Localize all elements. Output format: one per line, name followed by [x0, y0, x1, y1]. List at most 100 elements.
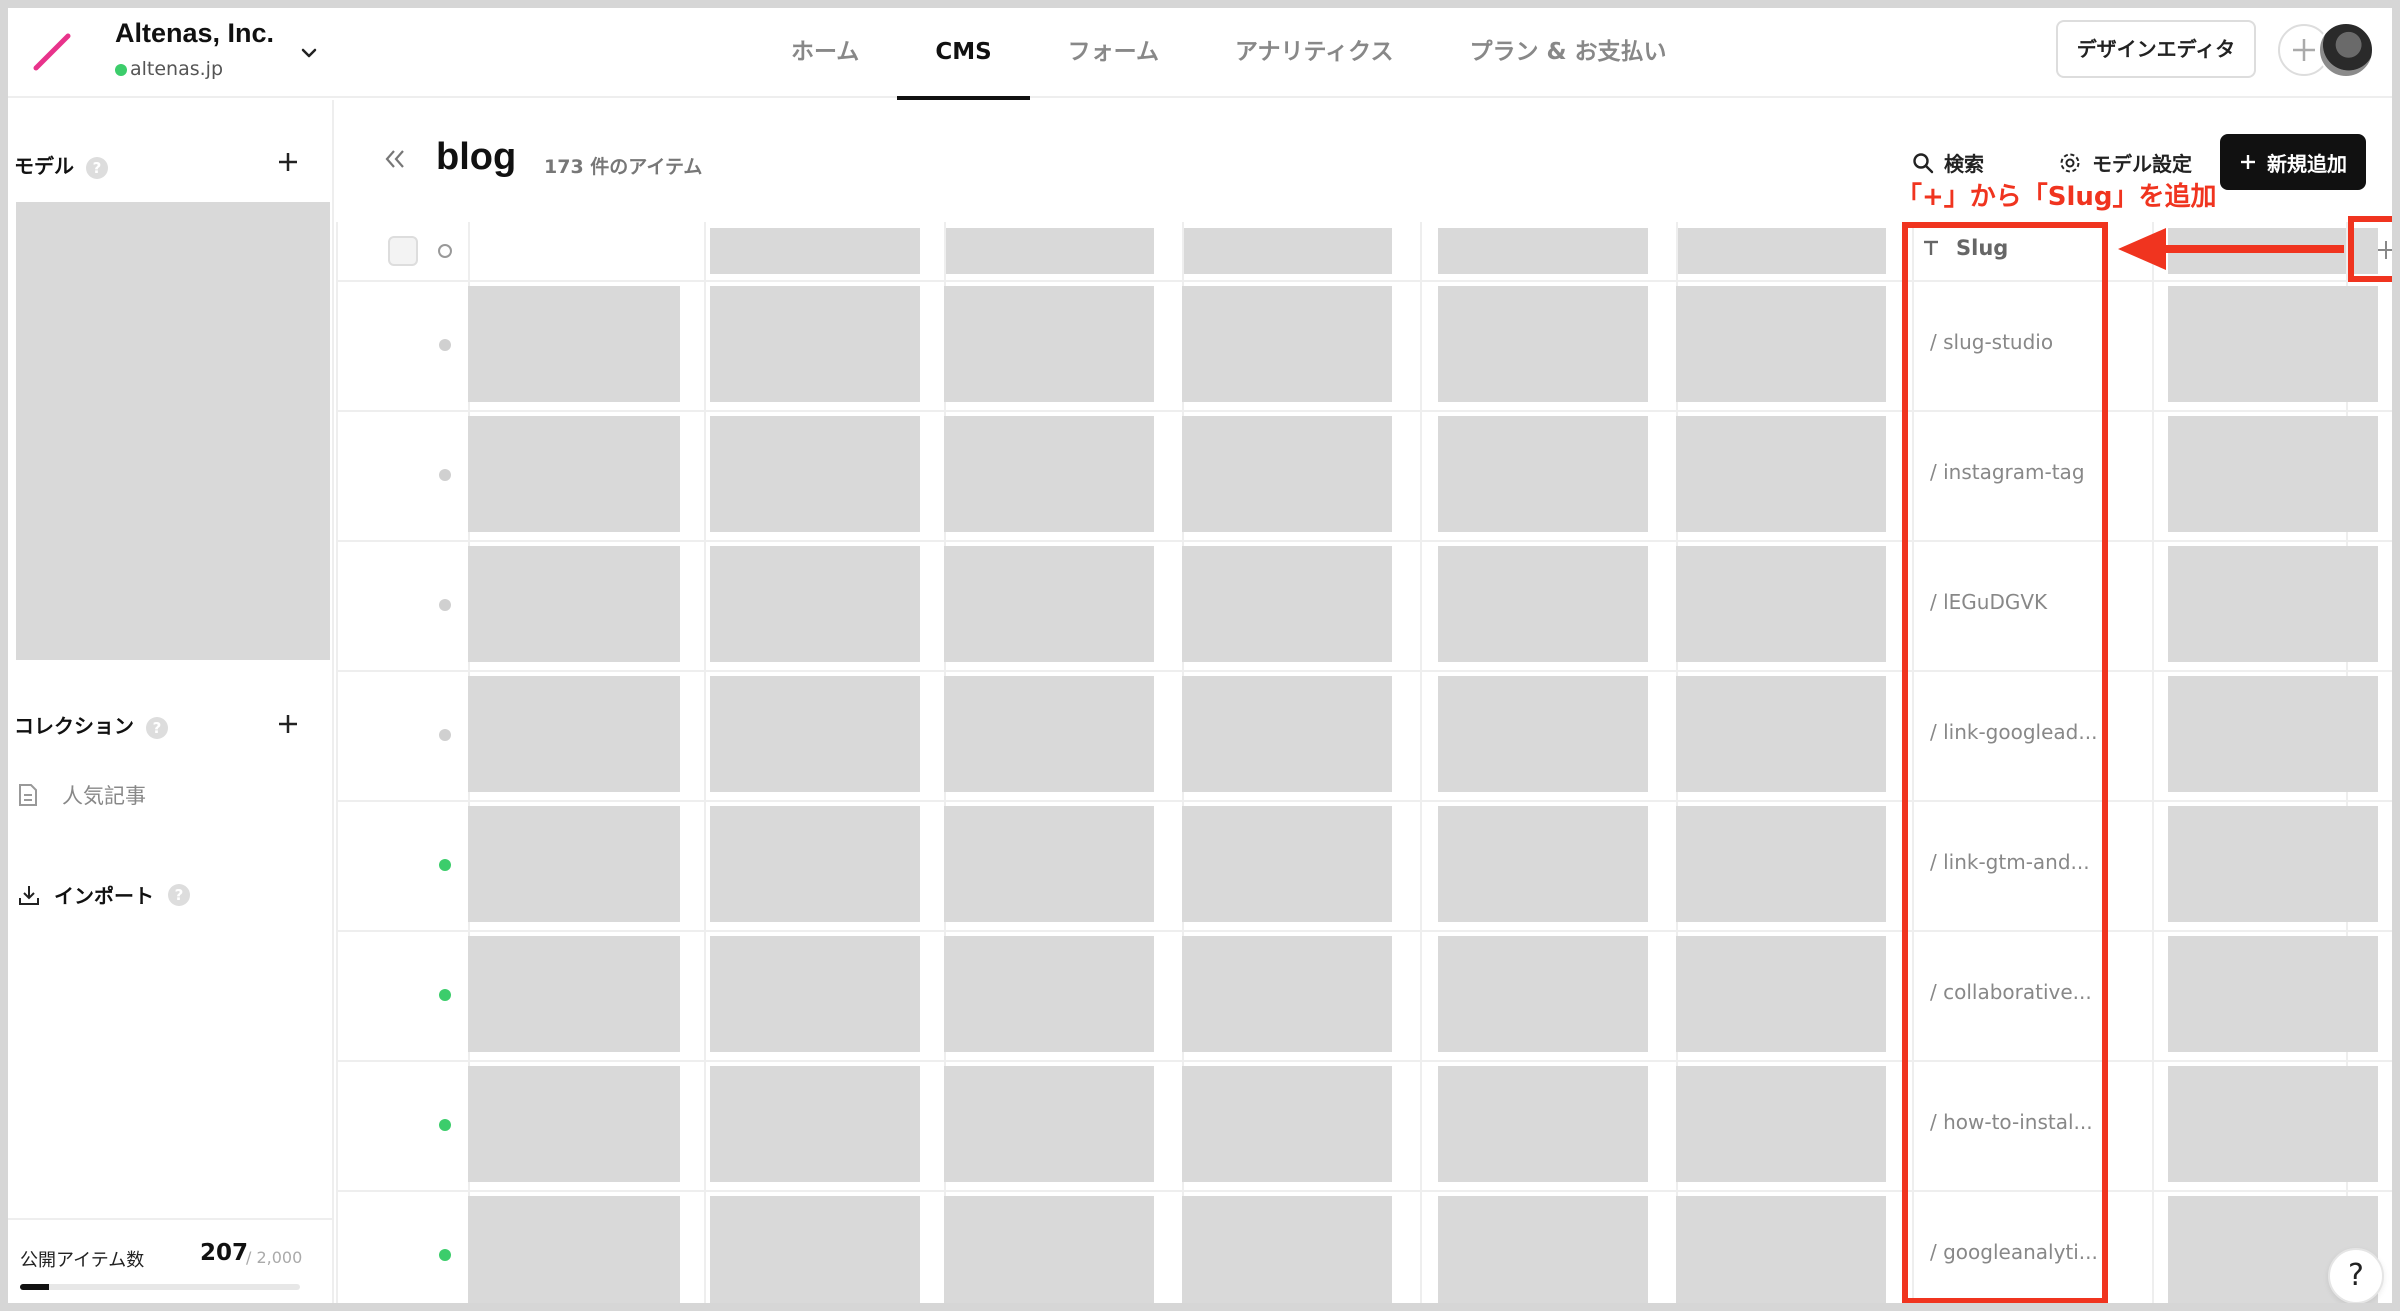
- model-settings-button[interactable]: モデル設定: [2058, 148, 2192, 177]
- published-progress: [20, 1284, 300, 1290]
- add-model-plus-icon[interactable]: [276, 150, 300, 174]
- help-icon[interactable]: ?: [168, 883, 190, 906]
- cell-placeholder: [468, 286, 680, 402]
- tab-billing[interactable]: プラン & お支払い: [1431, 8, 1704, 98]
- published-count: 207: [200, 1240, 249, 1266]
- new-item-label: 新規追加: [2267, 151, 2347, 176]
- cell-placeholder: [2168, 806, 2378, 922]
- cell-placeholder: [710, 1066, 920, 1182]
- design-editor-button[interactable]: デザインエディタ: [2056, 20, 2256, 78]
- tab-home[interactable]: ホーム: [753, 8, 897, 98]
- header-cell-placeholder: [1182, 228, 1392, 274]
- cell-placeholder: [1182, 416, 1392, 532]
- help-button[interactable]: ?: [2328, 1248, 2384, 1303]
- gear-icon: [2060, 153, 2080, 172]
- download-icon: [19, 885, 39, 905]
- cell-placeholder: [2168, 676, 2378, 792]
- status-dot: [439, 1119, 451, 1131]
- published-limit: / 2,000: [246, 1248, 303, 1267]
- published-items-meter: 公開アイテム数 207 / 2,000: [8, 1218, 334, 1303]
- collapse-icon[interactable]: [380, 144, 410, 174]
- cell-placeholder: [1182, 546, 1392, 662]
- models-heading: モデル?: [14, 150, 108, 179]
- select-all-checkbox[interactable]: [388, 236, 418, 266]
- cell-placeholder: [944, 1196, 1154, 1303]
- cell-placeholder: [1182, 676, 1392, 792]
- cell-placeholder: [468, 1066, 680, 1182]
- status-dot: [439, 599, 451, 611]
- page-title: blog: [436, 136, 517, 178]
- app-window: Altenas, Inc. altenas.jp ホーム CMS フォーム アナ…: [0, 0, 2400, 1311]
- status-dot: [439, 1249, 451, 1261]
- cell-placeholder: [468, 1196, 680, 1303]
- cell-placeholder: [1438, 286, 1648, 402]
- status-dot: [439, 989, 451, 1001]
- item-count: 173 件のアイテム: [544, 156, 703, 178]
- cell-placeholder: [1676, 416, 1886, 532]
- header-cell-placeholder: [710, 228, 920, 274]
- help-icon[interactable]: ?: [146, 716, 168, 739]
- header-cell-placeholder: [944, 228, 1154, 274]
- cell-placeholder: [710, 286, 920, 402]
- cell-placeholder: [1676, 806, 1886, 922]
- cell-placeholder: [1676, 676, 1886, 792]
- import-link[interactable]: インポート ?: [18, 880, 190, 909]
- search-button[interactable]: 検索: [1912, 148, 1984, 177]
- header-cell-placeholder: [1438, 228, 1648, 274]
- import-label: インポート: [54, 884, 154, 908]
- models-label: モデル: [14, 154, 74, 178]
- status-dot: [115, 64, 127, 76]
- column-divider: [2152, 222, 2154, 1303]
- add-collection-plus-icon[interactable]: [276, 712, 300, 736]
- help-icon[interactable]: ?: [86, 156, 108, 179]
- cell-placeholder: [2168, 416, 2378, 532]
- cell-placeholder: [944, 416, 1154, 532]
- cell-placeholder: [1182, 286, 1392, 402]
- tab-cms[interactable]: CMS: [897, 8, 1031, 100]
- cell-placeholder: [710, 1196, 920, 1303]
- chevron-down-icon[interactable]: [298, 42, 320, 64]
- cell-placeholder: [1438, 676, 1648, 792]
- cell-placeholder: [944, 676, 1154, 792]
- cell-placeholder: [1676, 546, 1886, 662]
- column-divider: [1420, 222, 1422, 1303]
- cell-placeholder: [1182, 936, 1392, 1052]
- collection-item[interactable]: 人気記事: [18, 780, 146, 810]
- published-label: 公開アイテム数: [20, 1250, 145, 1271]
- tab-analytics[interactable]: アナリティクス: [1197, 8, 1431, 98]
- published-progress-fill: [20, 1284, 49, 1290]
- cell-placeholder: [710, 546, 920, 662]
- org-domain: altenas.jp: [130, 58, 224, 80]
- cell-placeholder: [944, 286, 1154, 402]
- cell-placeholder: [944, 806, 1154, 922]
- tab-forms[interactable]: フォーム: [1030, 8, 1197, 98]
- collections-label: コレクション: [14, 714, 134, 738]
- search-icon: [1913, 152, 1934, 173]
- cell-placeholder: [1676, 1066, 1886, 1182]
- annotation-text: 「+」から「Slug」を追加: [1896, 182, 2217, 212]
- status-dot: [439, 729, 451, 741]
- avatar[interactable]: [2318, 22, 2374, 78]
- cell-placeholder: [2168, 286, 2378, 402]
- status-dot: [439, 469, 451, 481]
- cell-placeholder: [710, 936, 920, 1052]
- collections-heading: コレクション?: [14, 710, 168, 739]
- cell-placeholder: [710, 416, 920, 532]
- column-divider: [336, 222, 338, 1303]
- cell-placeholder: [1438, 936, 1648, 1052]
- cell-placeholder: [1182, 1066, 1392, 1182]
- collection-item-label: 人気記事: [62, 784, 146, 808]
- cell-placeholder: [1182, 806, 1392, 922]
- cell-placeholder: [1438, 1066, 1648, 1182]
- status-dot: [439, 859, 451, 871]
- cell-placeholder: [468, 936, 680, 1052]
- status-header-icon: [438, 244, 452, 258]
- cell-placeholder: [2168, 936, 2378, 1052]
- arrow-left-icon: [2118, 228, 2344, 270]
- cell-placeholder: [2168, 1066, 2378, 1182]
- new-item-button[interactable]: 新規追加: [2220, 134, 2366, 190]
- org-name[interactable]: Altenas, Inc.: [115, 18, 274, 49]
- model-settings-label: モデル設定: [2092, 152, 2192, 176]
- logo-icon[interactable]: [30, 32, 74, 72]
- cell-placeholder: [468, 806, 680, 922]
